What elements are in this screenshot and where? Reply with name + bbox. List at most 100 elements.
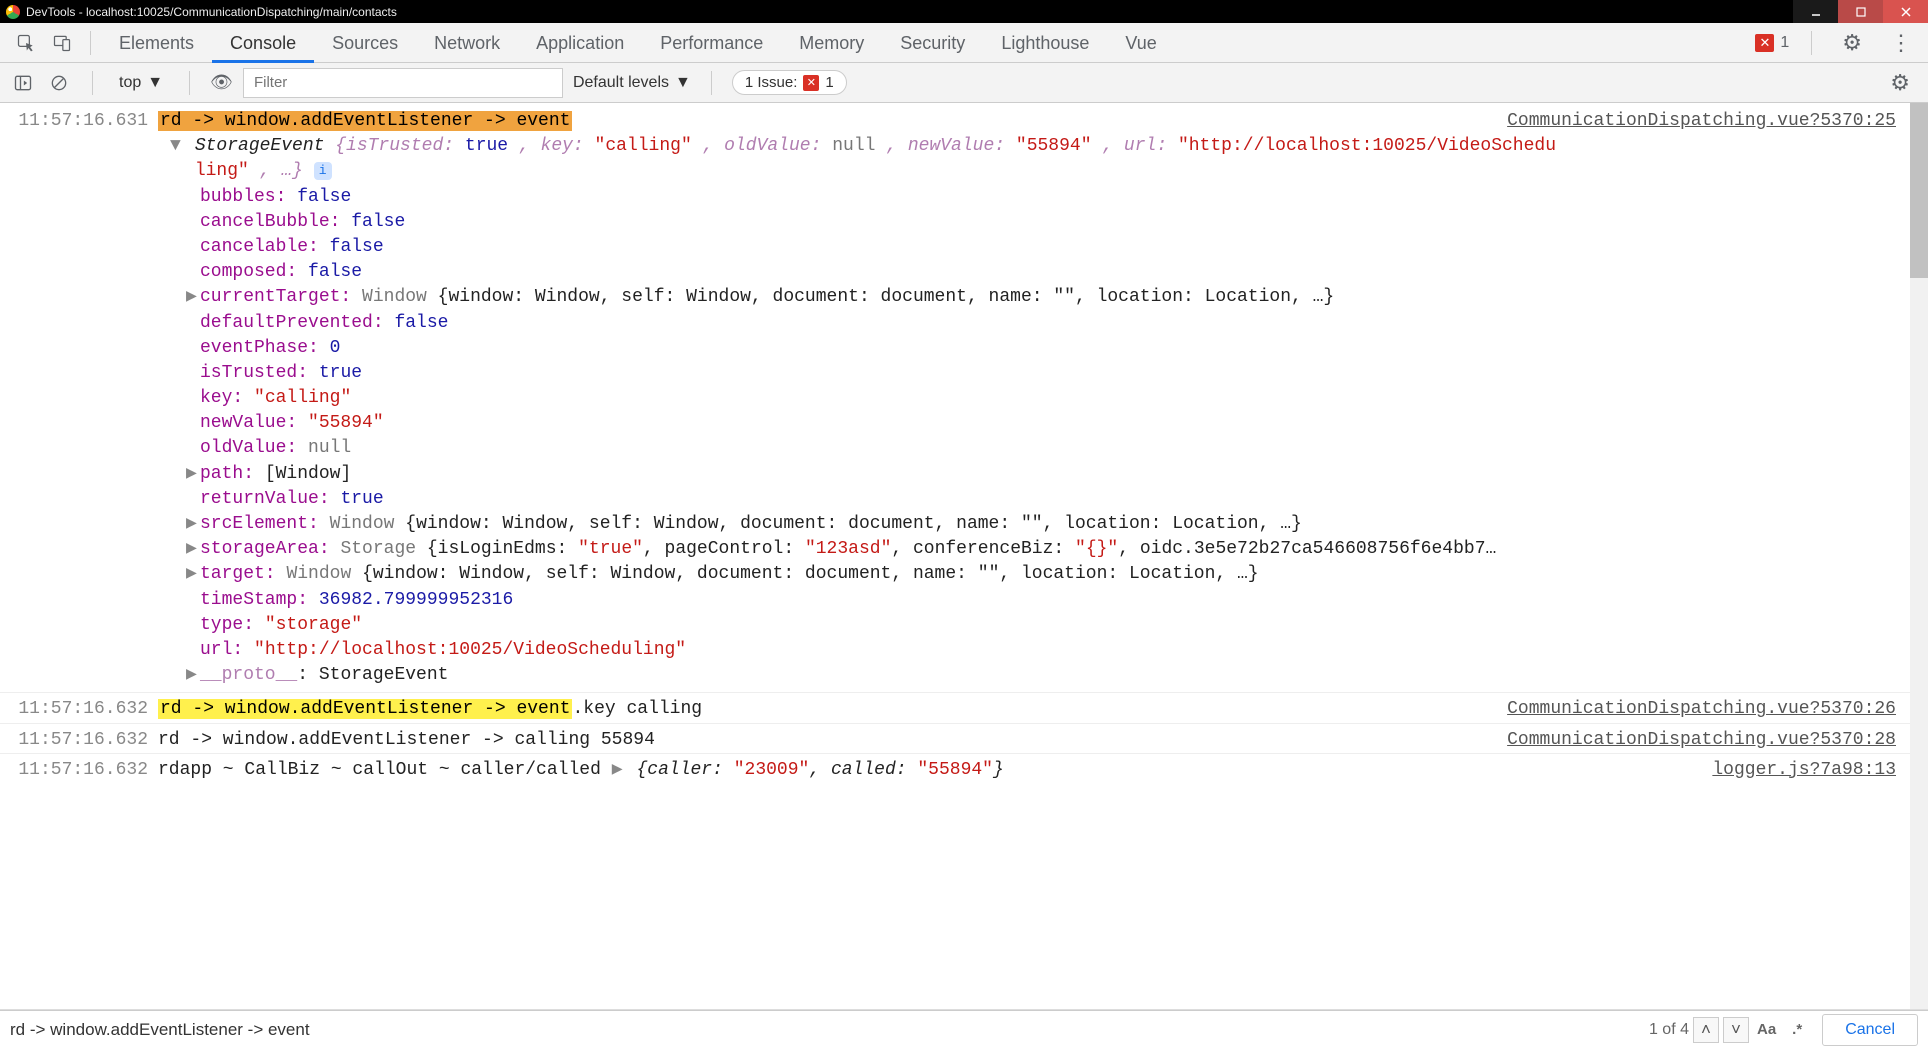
tab-lighthouse[interactable]: Lighthouse: [983, 23, 1107, 63]
console-toolbar: top ▼ 👁 Default levels ▼ 1 Issue: ✕ 1 ⚙: [0, 63, 1928, 103]
timestamp: 11:57:16.631: [8, 109, 158, 134]
match-case-toggle[interactable]: Aa: [1757, 1021, 1776, 1038]
prop-row[interactable]: isTrusted: true: [0, 361, 1928, 386]
more-menu-icon[interactable]: ⋮: [1882, 30, 1920, 56]
prop-row[interactable]: timeStamp: 36982.799999952316: [0, 588, 1928, 613]
tab-performance[interactable]: Performance: [642, 23, 781, 63]
log-row[interactable]: 11:57:16.632 rd -> window.addEventListen…: [0, 692, 1928, 722]
prop-row[interactable]: defaultPrevented: false: [0, 311, 1928, 336]
clear-console-icon[interactable]: [46, 70, 72, 96]
log-row[interactable]: 11:57:16.631 rd -> window.addEventListen…: [0, 109, 1928, 134]
prop-row[interactable]: oldValue: null: [0, 436, 1928, 461]
find-next-button[interactable]: ˅: [1723, 1017, 1749, 1043]
prop-row[interactable]: eventPhase: 0: [0, 336, 1928, 361]
error-badge-icon: ✕: [1755, 34, 1774, 52]
find-input[interactable]: [10, 1020, 1110, 1040]
divider: [92, 71, 93, 95]
chevron-down-icon: ▼: [675, 74, 691, 92]
prop-row[interactable]: bubbles: false: [0, 185, 1928, 210]
object-summary-cont: ling" , …} i: [0, 159, 1928, 184]
issue-label: 1 Issue:: [745, 74, 798, 91]
expand-toggle-icon[interactable]: ▼: [170, 134, 184, 159]
inspect-element-icon[interactable]: [12, 29, 40, 57]
log-highlight: rd -> window.addEventListener -> event: [158, 699, 572, 719]
prop-row[interactable]: returnValue: true: [0, 487, 1928, 512]
window-maximize-button[interactable]: [1838, 0, 1883, 23]
error-counter[interactable]: ✕ 1: [1755, 34, 1789, 52]
issues-pill[interactable]: 1 Issue: ✕ 1: [732, 70, 847, 95]
log-highlight: rd -> window.addEventListener -> event: [158, 111, 572, 131]
prop-row[interactable]: type: "storage": [0, 613, 1928, 638]
source-link[interactable]: CommunicationDispatching.vue?5370:25: [1507, 109, 1920, 134]
tab-elements[interactable]: Elements: [101, 23, 212, 63]
context-label: top: [119, 74, 141, 92]
divider: [90, 31, 91, 55]
prop-row[interactable]: cancelable: false: [0, 235, 1928, 260]
cancel-button[interactable]: Cancel: [1822, 1014, 1918, 1046]
error-count: 1: [1780, 34, 1789, 52]
regex-toggle[interactable]: .*: [1792, 1021, 1802, 1038]
info-badge-icon[interactable]: i: [314, 162, 332, 180]
settings-gear-icon[interactable]: ⚙: [1834, 30, 1870, 56]
window-controls: [1793, 0, 1928, 23]
log-row[interactable]: 11:57:16.632 rd -> window.addEventListen…: [0, 723, 1928, 753]
find-prev-button[interactable]: ˄: [1693, 1017, 1719, 1043]
object-summary[interactable]: ▼ StorageEvent {isTrusted: true , key: "…: [0, 134, 1928, 159]
tab-network[interactable]: Network: [416, 23, 518, 63]
tab-console[interactable]: Console: [212, 23, 314, 63]
prop-row[interactable]: url: "http://localhost:10025/VideoSchedu…: [0, 638, 1928, 663]
find-bar: 1 of 4 ˄ ˅ Aa .* Cancel: [0, 1010, 1928, 1048]
chevron-down-icon: ▼: [147, 74, 163, 92]
source-link[interactable]: logger.js?7a98:13: [1712, 758, 1920, 783]
log-levels-selector[interactable]: Default levels ▼: [573, 74, 691, 92]
prop-row[interactable]: ▶path: [Window]: [0, 462, 1928, 487]
expand-toggle-icon[interactable]: ▶: [186, 512, 200, 537]
prop-row[interactable]: cancelBubble: false: [0, 210, 1928, 235]
device-toolbar-icon[interactable]: [48, 29, 76, 57]
tab-application[interactable]: Application: [518, 23, 642, 63]
window-minimize-button[interactable]: [1793, 0, 1838, 23]
tab-sources[interactable]: Sources: [314, 23, 416, 63]
find-count: 1 of 4: [1649, 1021, 1689, 1039]
levels-label: Default levels: [573, 74, 669, 92]
tab-vue[interactable]: Vue: [1107, 23, 1174, 63]
prop-row[interactable]: ▶__proto__: StorageEvent: [0, 663, 1928, 688]
console-messages: 11:57:16.631 rd -> window.addEventListen…: [0, 103, 1928, 1010]
window-close-button[interactable]: [1883, 0, 1928, 23]
expand-toggle-icon[interactable]: ▶: [186, 562, 200, 587]
prop-row[interactable]: ▶storageArea: Storage {isLoginEdms: "tru…: [0, 537, 1928, 562]
window-title: DevTools - localhost:10025/Communication…: [26, 5, 397, 19]
issue-error-icon: ✕: [803, 75, 819, 91]
log-row[interactable]: 11:57:16.632 rdapp ~ CallBiz ~ callOut ~…: [0, 753, 1928, 783]
divider: [189, 71, 190, 95]
tab-security[interactable]: Security: [882, 23, 983, 63]
divider: [711, 71, 712, 95]
timestamp: 11:57:16.632: [8, 697, 158, 722]
issue-count: 1: [825, 74, 833, 91]
live-expression-icon[interactable]: 👁: [210, 72, 233, 93]
divider: [1811, 31, 1812, 55]
prop-row[interactable]: key: "calling": [0, 386, 1928, 411]
expand-toggle-icon[interactable]: ▶: [186, 663, 200, 688]
timestamp: 11:57:16.632: [8, 758, 158, 783]
window-titlebar: DevTools - localhost:10025/Communication…: [0, 0, 1928, 23]
prop-row[interactable]: newValue: "55894": [0, 411, 1928, 436]
expand-toggle-icon[interactable]: ▶: [186, 462, 200, 487]
console-sidebar-toggle-icon[interactable]: [10, 70, 36, 96]
expand-toggle-icon[interactable]: ▶: [186, 537, 200, 562]
chrome-icon: [6, 5, 20, 19]
scrollbar-thumb[interactable]: [1910, 103, 1928, 278]
source-link[interactable]: CommunicationDispatching.vue?5370:26: [1507, 697, 1920, 722]
execution-context-selector[interactable]: top ▼: [113, 74, 169, 92]
console-settings-gear-icon[interactable]: ⚙: [1882, 70, 1918, 96]
tab-memory[interactable]: Memory: [781, 23, 882, 63]
console-filter-input[interactable]: [243, 68, 563, 98]
prop-row[interactable]: ▶currentTarget: Window {window: Window, …: [0, 285, 1928, 310]
expand-toggle-icon[interactable]: ▶: [612, 758, 626, 783]
prop-row[interactable]: ▶srcElement: Window {window: Window, sel…: [0, 512, 1928, 537]
devtools-tabs: Elements Console Sources Network Applica…: [0, 23, 1928, 63]
prop-row[interactable]: ▶target: Window {window: Window, self: W…: [0, 562, 1928, 587]
prop-row[interactable]: composed: false: [0, 260, 1928, 285]
expand-toggle-icon[interactable]: ▶: [186, 285, 200, 310]
source-link[interactable]: CommunicationDispatching.vue?5370:28: [1507, 728, 1920, 753]
